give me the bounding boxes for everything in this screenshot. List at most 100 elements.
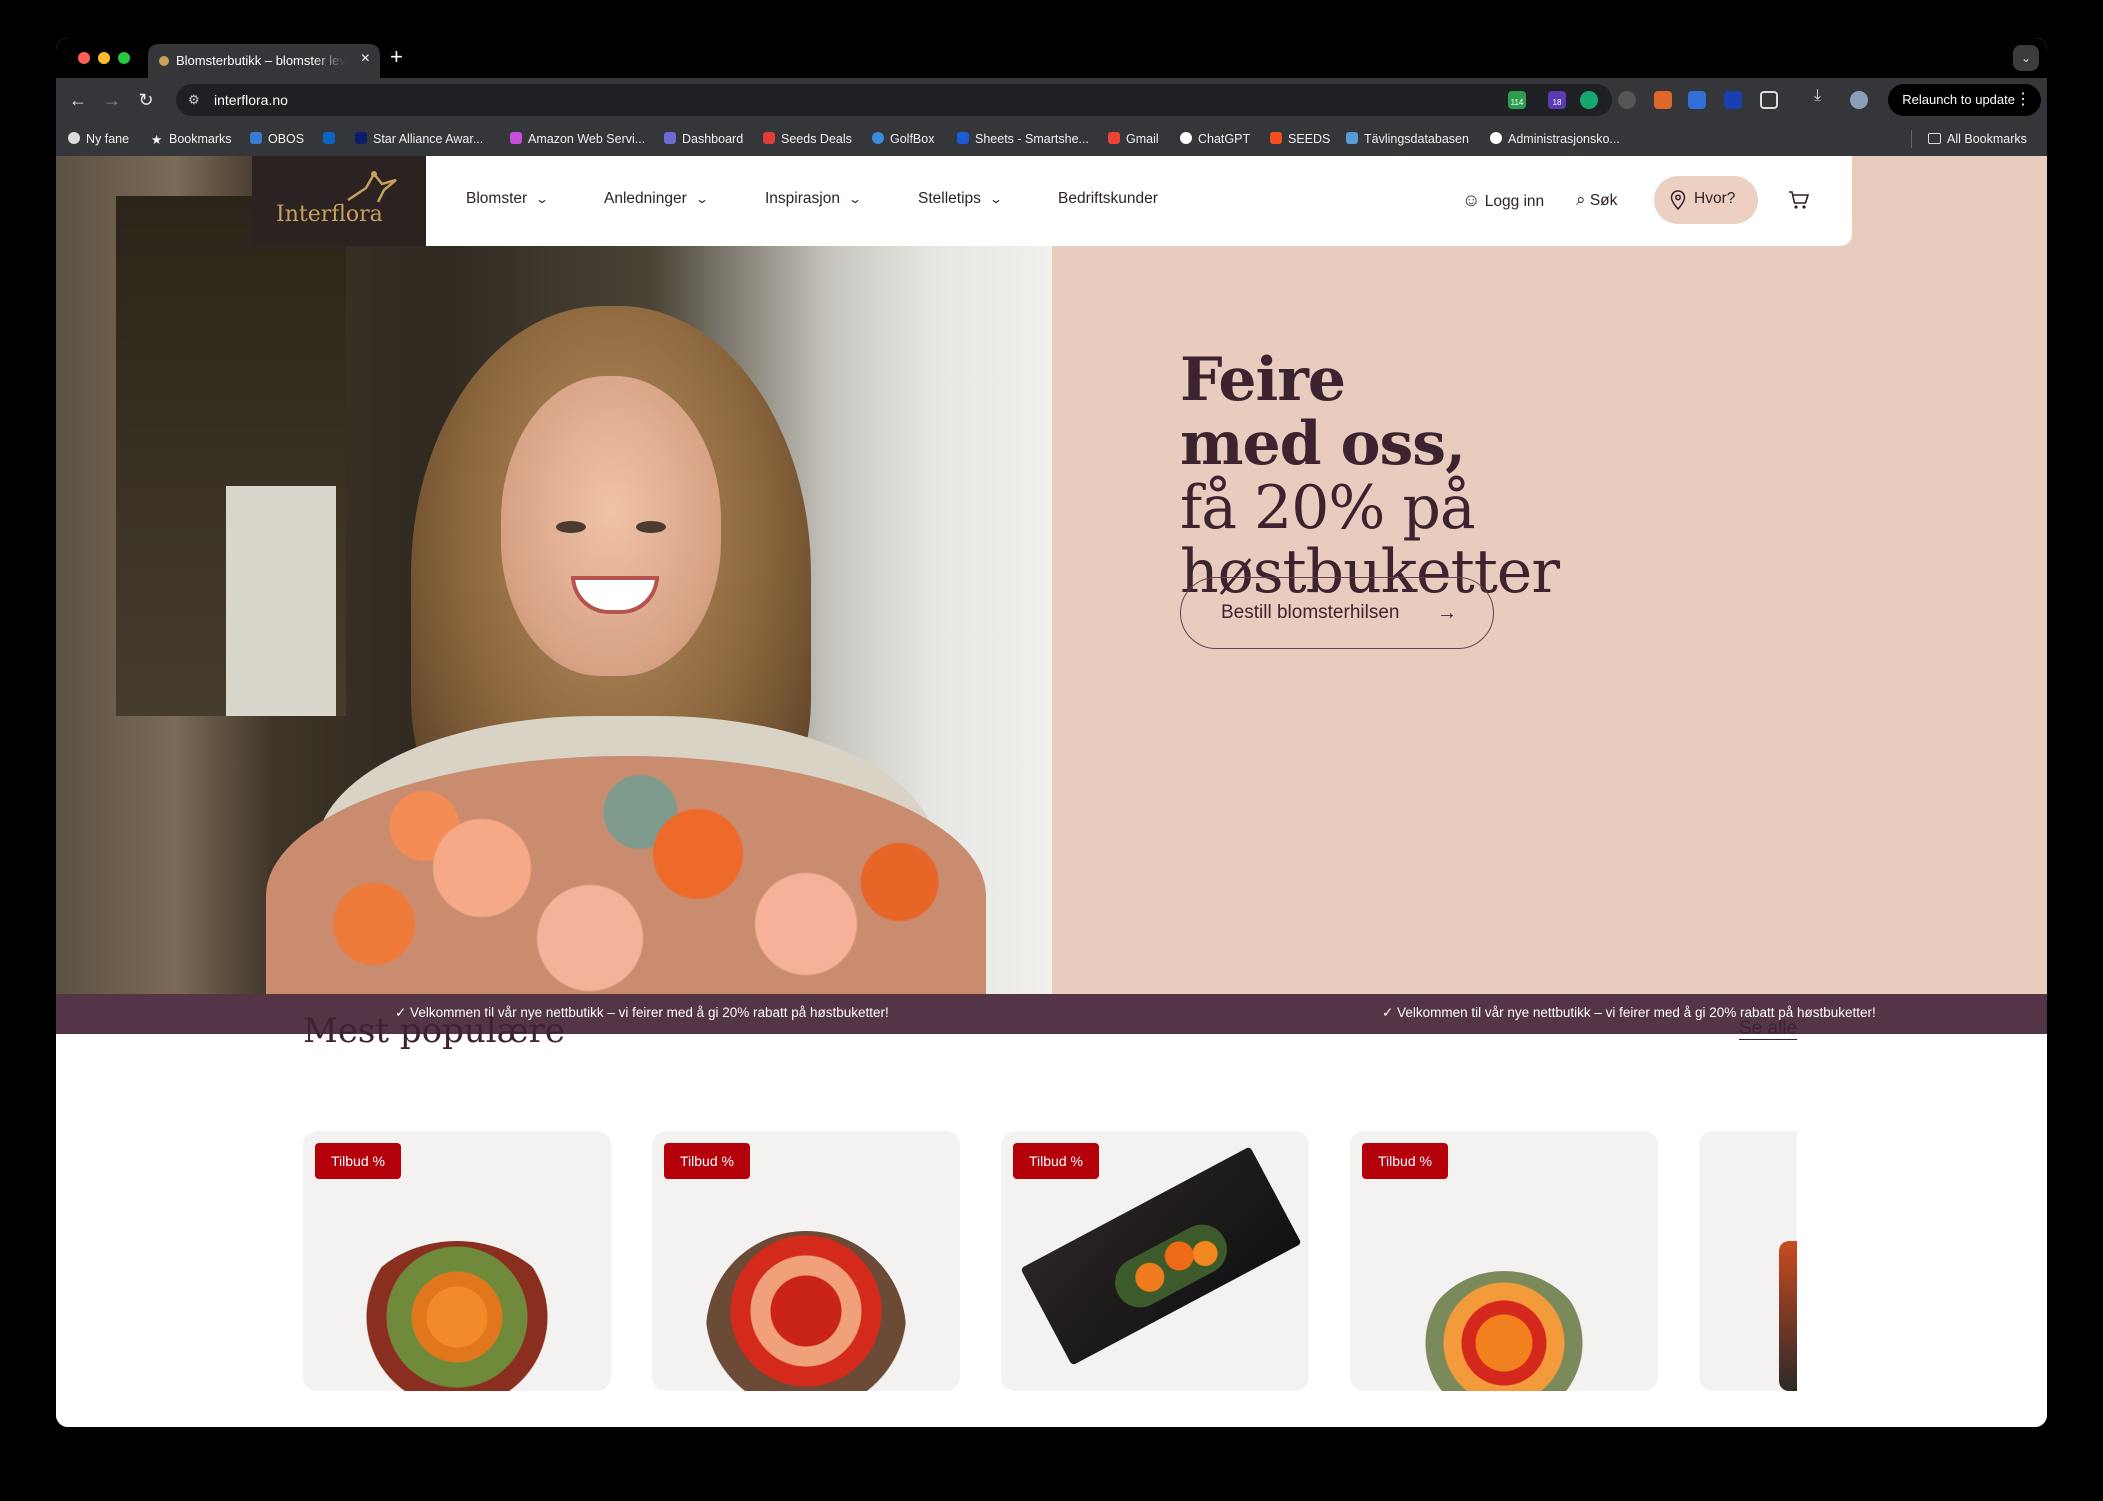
back-button[interactable]: ← xyxy=(66,88,90,112)
bookmark-label: OBOS xyxy=(268,132,305,146)
bookmark-item[interactable] xyxy=(323,132,341,146)
forward-button[interactable]: → xyxy=(100,88,124,112)
bookmark-label: Ny fane xyxy=(86,132,130,146)
bookmark-item[interactable]: SEEDS xyxy=(1270,132,1330,146)
seeds-deals-icon xyxy=(763,132,775,144)
golfbox-globe-icon xyxy=(872,132,884,144)
new-tab-button[interactable]: + xyxy=(390,46,403,68)
star-alliance-icon xyxy=(355,132,367,144)
grammarly-extension-icon[interactable] xyxy=(1580,91,1598,109)
interflora-favicon-icon xyxy=(159,56,169,66)
extension-icon-4[interactable] xyxy=(1618,91,1636,109)
extensions-puzzle-icon[interactable] xyxy=(1760,91,1778,109)
bookmark-item[interactable]: Ny fane xyxy=(68,132,129,146)
profile-avatar[interactable] xyxy=(1850,91,1868,109)
bookmarks-bar: Ny fane ★ Bookmarks OBOS Star Alliance Aw… xyxy=(56,122,2047,156)
chevron-down-icon: ⌄ xyxy=(847,192,863,206)
site-settings-icon[interactable]: ⚙ xyxy=(188,92,204,108)
bookmark-item[interactable]: Tävlingsdatabasen xyxy=(1346,132,1469,146)
extension-icon-5[interactable] xyxy=(1654,91,1672,109)
bookmark-label: Sheets - Smartshe... xyxy=(975,132,1089,146)
reload-button[interactable]: ↻ xyxy=(134,88,158,112)
web-page: Feire med oss, få 20% på høstbuketter Be… xyxy=(56,156,2047,1427)
login-link[interactable]: ☺ Logg inn xyxy=(1462,190,1544,211)
nav-anledninger[interactable]: Anledninger ⌄ xyxy=(604,190,709,208)
promo-banner-text: ✓ Velkommen til vår nye nettbutikk – vi … xyxy=(1382,1005,1876,1020)
tab-title: Blomsterbutikk – blomster levert xyxy=(176,53,346,68)
all-bookmarks-button[interactable]: All Bookmarks xyxy=(1928,132,2027,146)
product-card[interactable]: Tilbud % xyxy=(1001,1131,1309,1391)
nav-inspirasjon[interactable]: Inspirasjon ⌄ xyxy=(765,190,863,208)
product-image-partial xyxy=(1779,1241,1797,1391)
browser-tab[interactable]: Blomsterbutikk – blomster levert × xyxy=(148,44,380,78)
bookmark-item[interactable]: Sheets - Smartshe... xyxy=(957,132,1089,146)
bookmark-item[interactable]: OBOS xyxy=(250,132,304,146)
nav-bedriftskunder[interactable]: Bedriftskunder xyxy=(1058,190,1158,208)
relaunch-label: Relaunch to update xyxy=(1902,92,2015,107)
star-icon: ★ xyxy=(151,133,163,147)
extension-icon-7[interactable] xyxy=(1724,91,1742,109)
calendar-extension-icon[interactable]: 114 xyxy=(1508,91,1526,109)
bookmark-item[interactable]: GolfBox xyxy=(872,132,934,146)
url-text[interactable]: interflora.no xyxy=(214,92,288,108)
product-card[interactable]: Tilbud % xyxy=(652,1131,960,1391)
product-card[interactable]: Tilbud % xyxy=(303,1131,611,1391)
product-image-bouquet xyxy=(1419,1271,1589,1391)
address-bar[interactable]: ⚙ interflora.no ☆ xyxy=(176,84,1612,116)
location-label: Hvor? xyxy=(1694,190,1736,207)
bookmark-item[interactable]: ★ Bookmarks xyxy=(151,132,232,147)
relaunch-to-update-button[interactable]: Relaunch to update ⋮ xyxy=(1888,84,2041,116)
globe-icon xyxy=(68,132,80,144)
bookmark-label: Bookmarks xyxy=(169,132,232,146)
extension-icon-6[interactable] xyxy=(1688,91,1706,109)
aws-cube-icon xyxy=(510,132,522,144)
location-button[interactable]: Hvor? xyxy=(1654,176,1758,224)
hero-photo-face xyxy=(501,376,721,676)
shopping-cart-icon[interactable] xyxy=(1788,189,1810,211)
tab-search-button[interactable]: ⌄ xyxy=(2013,45,2039,71)
hero-photo-window xyxy=(226,486,336,716)
bookmark-item[interactable]: Dashboard xyxy=(664,132,743,146)
browser-window: Blomsterbutikk – blomster levert × + ⌄ ←… xyxy=(56,38,2047,1427)
bookmark-item[interactable]: Gmail xyxy=(1108,132,1159,146)
bookmark-label: Administrasjonsko... xyxy=(1508,132,1620,146)
bookmark-label: Star Alliance Awar... xyxy=(373,132,484,146)
linkedin-icon xyxy=(323,132,335,144)
maximize-window-button[interactable] xyxy=(118,52,130,64)
hero-photo-eye-left xyxy=(556,521,586,533)
search-link[interactable]: ⌕ Søk xyxy=(1576,190,1617,210)
site-header: Interflora Blomster ⌄ Anledninger ⌄ Inspir… xyxy=(252,156,1852,246)
hero-headline-line3: få 20% på xyxy=(1180,473,1476,543)
chevron-down-icon: ⌄ xyxy=(988,192,1003,206)
hero-headline-line1: Feire xyxy=(1180,345,1346,415)
arrow-right-icon: → xyxy=(1437,602,1457,624)
tab-close-icon[interactable]: × xyxy=(361,50,370,68)
bookmark-label: SEEDS xyxy=(1288,132,1331,146)
nav-blomster[interactable]: Blomster ⌄ xyxy=(466,190,549,208)
product-image-bouquet xyxy=(347,1241,567,1391)
bookmark-item[interactable]: Amazon Web Servi... xyxy=(510,132,645,146)
bookmark-item[interactable]: Administrasjonsko... xyxy=(1490,132,1620,146)
bookmark-item[interactable]: ChatGPT xyxy=(1180,132,1250,146)
nav-stelletips[interactable]: Stelletips ⌄ xyxy=(918,190,1003,208)
dashboard-icon xyxy=(664,132,676,144)
bookmark-item[interactable]: Seeds Deals xyxy=(763,132,852,146)
bookmark-item[interactable]: Star Alliance Awar... xyxy=(355,132,483,146)
calendar-extension-badge: 114 xyxy=(1510,98,1524,107)
product-image-bouquet xyxy=(706,1231,906,1391)
nav-label: Inspirasjon xyxy=(765,190,840,207)
hero-headline-line2: med oss, xyxy=(1180,409,1466,479)
close-window-button[interactable] xyxy=(78,52,90,64)
product-card-partial[interactable] xyxy=(1699,1131,1797,1391)
order-flowers-button[interactable]: Bestill blomsterhilsen → xyxy=(1180,577,1494,649)
smartsheet-check-icon xyxy=(957,132,969,144)
product-card[interactable]: Tilbud % xyxy=(1350,1131,1658,1391)
see-all-link[interactable]: Se alle xyxy=(1739,1018,1797,1040)
nav-label: Stelletips xyxy=(918,190,981,207)
minimize-window-button[interactable] xyxy=(98,52,110,64)
login-label: Logg inn xyxy=(1484,193,1545,210)
extension-icon-2[interactable]: 18 xyxy=(1548,91,1566,109)
downloads-icon[interactable]: ⤓ xyxy=(1814,87,1832,105)
interflora-logo[interactable]: Interflora xyxy=(252,156,426,246)
menu-dots-icon: ⋮ xyxy=(2015,91,2031,108)
